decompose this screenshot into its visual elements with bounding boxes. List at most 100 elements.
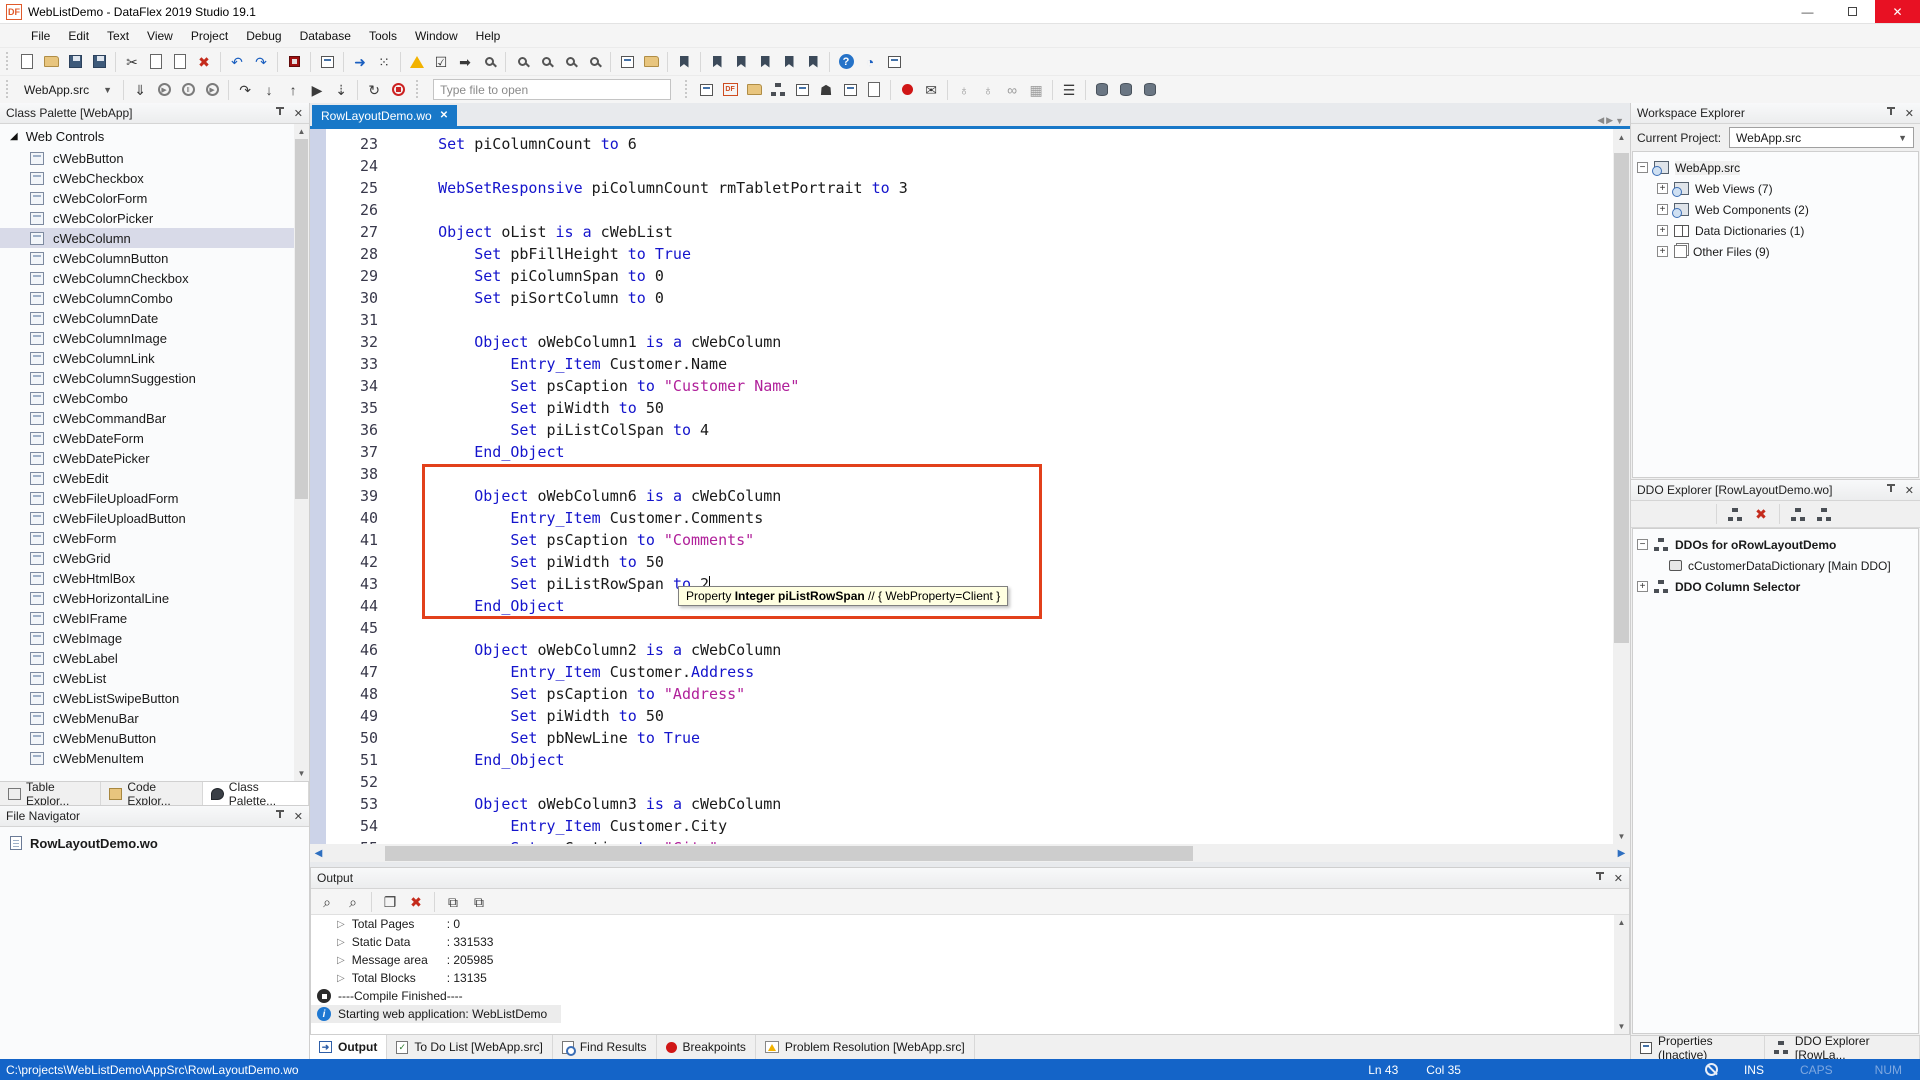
preview-file-button[interactable] [477, 50, 501, 74]
collapse-icon[interactable]: − [1637, 539, 1648, 550]
palette-item-cwebform[interactable]: cWebForm [0, 528, 309, 548]
palette-item-cwebmenubar[interactable]: cWebMenuBar [0, 708, 309, 728]
tree-item-ccustomerdatadictionary[interactable]: cCustomerDataDictionary [Main DDO] [1637, 555, 1914, 576]
step-out-button[interactable]: ↑ [281, 78, 305, 102]
palette-item-cwebmenubutton[interactable]: cWebMenuButton [0, 728, 309, 748]
code-line[interactable]: 29 Set piColumnSpan to 0 [326, 265, 1613, 287]
collapse-all-button[interactable] [1812, 502, 1836, 526]
tree-item-ddos-for-orowlayoutdemo[interactable]: −DDOs for oRowLayoutDemo [1637, 534, 1914, 555]
menu-help[interactable]: Help [467, 24, 510, 47]
palette-item-cwebcolorpicker[interactable]: cWebColorPicker [0, 208, 309, 228]
run-button[interactable]: ↷ [233, 78, 257, 102]
palette-item-cwebfileuploadform[interactable]: cWebFileUploadForm [0, 488, 309, 508]
tab-to-do-list--webapp-src-[interactable]: ✓To Do List [WebApp.src] [387, 1035, 553, 1059]
palette-item-cwebhtmlbox[interactable]: cWebHtmlBox [0, 568, 309, 588]
remove-ddo-button[interactable] [1686, 502, 1710, 526]
palette-item-cweblist[interactable]: cWebList [0, 668, 309, 688]
palette-item-cwebgrid[interactable]: cWebGrid [0, 548, 309, 568]
last-bookmark-button[interactable] [777, 50, 801, 74]
delete-ddo-structure-button[interactable]: ✖ [1749, 502, 1773, 526]
undo-button[interactable]: ↶ [225, 50, 249, 74]
redo-button[interactable]: ↷ [249, 50, 273, 74]
tree-item-web-components----[interactable]: +Web Components (2) [1637, 199, 1914, 220]
copy-button[interactable] [144, 50, 168, 74]
tab-properties--inactive-[interactable]: Properties (Inactive) [1631, 1036, 1765, 1059]
code-line[interactable]: 24 [326, 155, 1613, 177]
palette-item-cwebcombo[interactable]: cWebCombo [0, 388, 309, 408]
next-message-button[interactable]: ⌕ [341, 890, 365, 914]
tree-item-web-views----[interactable]: +Web Views (7) [1637, 178, 1914, 199]
replace-button[interactable] [615, 50, 639, 74]
code-line[interactable]: 33 Entry_Item Customer.Name [326, 353, 1613, 375]
tab-problem-resolution--webapp-src-[interactable]: Problem Resolution [WebApp.src] [756, 1035, 975, 1059]
menu-tools[interactable]: Tools [360, 24, 406, 47]
build-button[interactable]: ⁙ [372, 50, 396, 74]
palette-item-cwebedit[interactable]: cWebEdit [0, 468, 309, 488]
database-tools-button[interactable] [1138, 78, 1162, 102]
code-line[interactable]: 47 Entry_Item Customer.Address [326, 661, 1613, 683]
new-view-button[interactable] [862, 78, 886, 102]
copy-tree-button[interactable]: ⧉ [467, 890, 491, 914]
menu-window[interactable]: Window [406, 24, 467, 47]
pause-button[interactable]: Ⅱ [176, 78, 200, 102]
code-line[interactable]: 36 Set piListColSpan to 4 [326, 419, 1613, 441]
ddo-explorer-button[interactable] [766, 78, 790, 102]
code-line[interactable]: 40 Entry_Item Customer.Comments [326, 507, 1613, 529]
code-line[interactable]: 32 Object oWebColumn1 is a cWebColumn [326, 331, 1613, 353]
record-macro-button[interactable] [282, 50, 306, 74]
scroll-down-icon[interactable]: ▼ [294, 766, 309, 781]
print-button[interactable] [315, 50, 339, 74]
tab-rowlayoutdemo[interactable]: RowLayoutDemo.wo ✕ [312, 105, 457, 126]
previous-bookmark-button[interactable] [729, 50, 753, 74]
tab-find-results[interactable]: Find Results [553, 1035, 657, 1059]
code-line[interactable]: 51 End_Object [326, 749, 1613, 771]
toggle-breakpoint-button[interactable] [895, 78, 919, 102]
open-file-button[interactable] [39, 50, 63, 74]
palette-item-cwebimage[interactable]: cWebImage [0, 628, 309, 648]
current-project-select[interactable]: WebApp.src ▼ [1729, 127, 1914, 148]
tree-item-other-files----[interactable]: +Other Files (9) [1637, 241, 1914, 262]
code-line[interactable]: 55 Set psCaption to "City" [326, 837, 1613, 844]
clear-output-button[interactable]: ✖ [404, 890, 428, 914]
tree-item-webapp-src[interactable]: −WebApp.src [1637, 157, 1914, 178]
palette-item-cweblabel[interactable]: cWebLabel [0, 648, 309, 668]
minimize-button[interactable]: — [1785, 0, 1830, 23]
palette-item-cwebcolumnbutton[interactable]: cWebColumnButton [0, 248, 309, 268]
expander-icon[interactable]: ▷ [337, 937, 345, 948]
code-line[interactable]: 37 End_Object [326, 441, 1613, 463]
expander-icon[interactable]: ▷ [337, 919, 345, 930]
tree-item-ddo-column-selector[interactable]: +DDO Column Selector [1637, 576, 1914, 597]
palette-item-cwebdateform[interactable]: cWebDateForm [0, 428, 309, 448]
palette-item-cwebdatepicker[interactable]: cWebDatePicker [0, 448, 309, 468]
preview-webapp-button[interactable]: ∞ [1000, 78, 1024, 102]
compile-button[interactable]: ➜ [348, 50, 372, 74]
code-line[interactable]: 34 Set psCaption to "Customer Name" [326, 375, 1613, 397]
webapp-admin-button[interactable]: ♁ [952, 78, 976, 102]
palette-item-cwebcolumnlink[interactable]: cWebColumnLink [0, 348, 309, 368]
find-button[interactable] [510, 50, 534, 74]
menu-project[interactable]: Project [182, 24, 237, 47]
code-line[interactable]: 45 [326, 617, 1613, 639]
copy-output-button[interactable]: ❐ [378, 890, 402, 914]
save-button[interactable] [63, 50, 87, 74]
pin-icon[interactable] [274, 107, 286, 119]
delete-button[interactable]: ✖ [192, 50, 216, 74]
pin-icon[interactable] [274, 810, 286, 822]
close-button[interactable]: ✕ [1875, 0, 1920, 23]
code-line[interactable]: 52 [326, 771, 1613, 793]
palette-item-cwebfileuploadbutton[interactable]: cWebFileUploadButton [0, 508, 309, 528]
code-line[interactable]: 46 Object oWebColumn2 is a cWebColumn [326, 639, 1613, 661]
project-selector[interactable]: WebApp.src▼ [17, 80, 119, 100]
expand-icon[interactable]: + [1657, 246, 1668, 257]
code-line[interactable]: 25 WebSetResponsive piColumnCount rmTabl… [326, 177, 1613, 199]
tab-class-palette---[interactable]: Class Palette... [203, 782, 309, 805]
output-scrollbar[interactable]: ▲▼ [1614, 915, 1629, 1034]
change-ddo-button[interactable] [1660, 502, 1684, 526]
expander-icon[interactable]: ▷ [337, 955, 345, 966]
menu-debug[interactable]: Debug [237, 24, 290, 47]
close-icon[interactable]: ✕ [1614, 872, 1623, 885]
scroll-up-icon[interactable]: ▲ [1618, 129, 1626, 145]
file-open-search-input[interactable] [433, 79, 671, 100]
webapp-groups-button[interactable]: ♁ [976, 78, 1000, 102]
pin-icon[interactable] [1885, 484, 1897, 496]
